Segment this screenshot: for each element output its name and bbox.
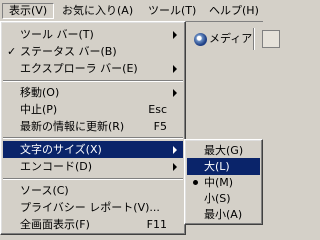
menu-item-label: 最小(A) [204, 208, 243, 221]
menu-item-toolbar[interactable]: ツール バー(T) [3, 26, 183, 43]
menu-item-medium[interactable]: 中(M) [187, 174, 260, 191]
menu-item-label: 小(S) [204, 192, 231, 205]
view-menu: ツール バー(T) ✓ ステータス バー(B) エクスプローラ バー(E) 移動… [0, 21, 186, 235]
menu-item-label: 全画面表示(F) [20, 218, 90, 231]
menu-item-label: ソース(C) [20, 184, 69, 197]
media-icon [194, 32, 207, 46]
submenu-arrow-icon [173, 146, 177, 154]
toolbar: メディア [186, 22, 280, 56]
submenu-arrow-icon [173, 65, 177, 73]
submenu-arrow-icon [173, 163, 177, 171]
menu-separator [3, 178, 183, 180]
menu-item-label: 最大(G) [204, 144, 244, 157]
menu-item-label: エクスプローラ バー(E) [20, 62, 138, 75]
checkmark-icon: ✓ [7, 45, 17, 58]
menu-item-label: ツール バー(T) [20, 28, 94, 41]
menu-item-larger[interactable]: 大(L) [187, 158, 260, 175]
media-label: メディア [209, 32, 253, 45]
menu-view[interactable]: 表示(V) [2, 3, 55, 19]
menu-item-label: エンコード(D) [20, 160, 93, 173]
submenu-arrow-icon [173, 31, 177, 39]
menu-item-label: 中(M) [204, 176, 234, 189]
menu-item-label: 最新の情報に更新(R) [20, 120, 125, 133]
menu-item-largest[interactable]: 最大(G) [187, 142, 260, 159]
media-button[interactable]: メディア [194, 30, 252, 48]
menu-item-smaller[interactable]: 小(S) [187, 190, 260, 207]
menu-item-label: ステータス バー(B) [20, 45, 117, 58]
menu-item-shortcut: F11 [146, 218, 167, 231]
menu-item-explorer-bar[interactable]: エクスプローラ バー(E) [3, 60, 183, 77]
menu-separator [3, 137, 183, 139]
menu-item-go[interactable]: 移動(O) [3, 84, 183, 101]
menu-item-stop[interactable]: 中止(P) Esc [3, 101, 183, 118]
menu-bar: 表示(V) お気に入り(A) ツール(T) ヘルプ(H) [0, 0, 263, 22]
menu-item-statusbar[interactable]: ✓ ステータス バー(B) [3, 43, 183, 60]
menu-item-label: 移動(O) [20, 86, 60, 99]
submenu-arrow-icon [173, 89, 177, 97]
menu-item-encoding[interactable]: エンコード(D) [3, 158, 183, 175]
toolbar-separator [253, 28, 255, 50]
menu-item-label: 文字のサイズ(X) [20, 143, 102, 156]
menu-item-text-size[interactable]: 文字のサイズ(X) [3, 141, 183, 158]
menu-help[interactable]: ヘルプ(H) [203, 3, 265, 19]
menu-item-label: 大(L) [204, 160, 230, 173]
text-size-submenu: 最大(G) 大(L) 中(M) 小(S) 最小(A) [184, 139, 263, 225]
menu-item-full-screen[interactable]: 全画面表示(F) F11 [3, 216, 183, 233]
menu-favorites[interactable]: お気に入り(A) [56, 3, 139, 19]
menu-item-smallest[interactable]: 最小(A) [187, 206, 260, 223]
menu-item-source[interactable]: ソース(C) [3, 182, 183, 199]
menu-item-shortcut: F5 [153, 120, 167, 133]
menu-item-label: 中止(P) [20, 103, 58, 116]
menu-item-privacy-report[interactable]: プライバシー レポート(V)... [3, 199, 183, 216]
menu-item-shortcut: Esc [148, 103, 167, 116]
menu-item-label: プライバシー レポート(V)... [20, 201, 160, 214]
history-icon[interactable] [262, 30, 280, 48]
menu-tools[interactable]: ツール(T) [142, 3, 202, 19]
menu-item-refresh[interactable]: 最新の情報に更新(R) F5 [3, 118, 183, 135]
menu-separator [3, 80, 183, 82]
radio-bullet-icon [193, 180, 198, 185]
